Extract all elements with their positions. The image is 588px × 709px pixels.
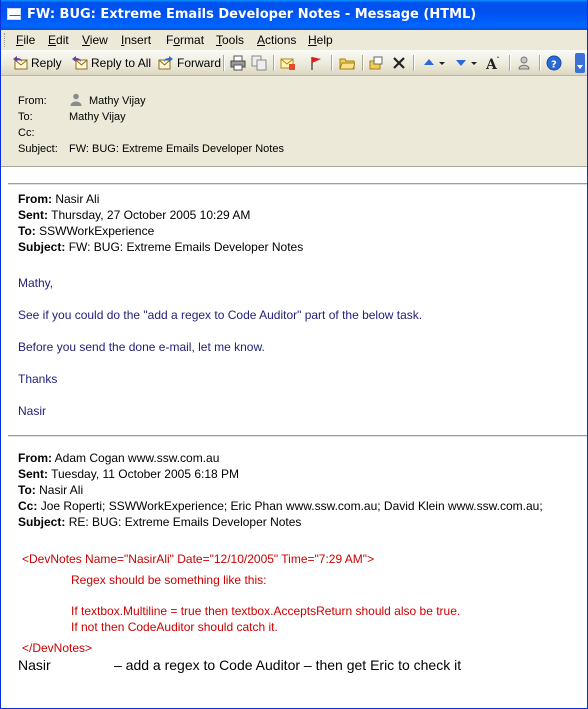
menu-view[interactable]: View (79, 32, 111, 48)
task-owner: Nasir (18, 657, 51, 673)
devnotes-close-tag: </DevNotes> (22, 641, 93, 655)
menu-bar: File Edit View Insert Format Tools Actio… (1, 30, 587, 50)
help-icon[interactable]: ? (546, 55, 562, 71)
devnotes-rule-line: If textbox.Multiline = true then textbox… (71, 604, 461, 618)
toolbar-separator (539, 55, 540, 71)
menu-insert[interactable]: Insert (118, 32, 154, 48)
m1-body-thanks: Thanks (18, 372, 58, 386)
message-body[interactable]: From: Nasir Ali Sent: Thursday, 27 Octob… (1, 166, 587, 708)
toolbar-separator (331, 55, 332, 71)
toolbar-separator (223, 55, 224, 71)
toolbar-separator (413, 55, 414, 71)
svg-text:ˆ: ˆ (496, 55, 500, 65)
menu-file[interactable]: File (13, 32, 38, 48)
print-icon[interactable] (230, 55, 246, 71)
m2-subject-line: Subject: RE: BUG: Extreme Emails Develop… (18, 515, 302, 529)
menu-help[interactable]: Help (305, 32, 336, 48)
toolbar-separator (362, 55, 363, 71)
from-label: From: (18, 95, 47, 107)
cc-label: Cc: (18, 127, 35, 139)
menu-actions[interactable]: Actions (254, 32, 299, 48)
move-to-folder-icon[interactable] (280, 55, 296, 71)
menu-format[interactable]: Format (163, 32, 207, 48)
person-icon (70, 93, 82, 106)
envelope-icon (7, 8, 21, 20)
subject-value: FW: BUG: Extreme Emails Developer Notes (69, 143, 284, 155)
standard-toolbar: Reply Reply to All Forward A ˆ ? (1, 50, 587, 76)
devnotes-regex-line: Regex should be something like this: (71, 573, 267, 587)
menu-tools[interactable]: Tools (213, 32, 247, 48)
m1-body-signature: Nasir (18, 404, 47, 418)
message-header: From: Mathy Vijay To: Mathy Vijay Cc: Su… (1, 77, 587, 163)
forward-button[interactable]: Forward (158, 53, 221, 73)
menu-grip[interactable] (4, 33, 7, 47)
subject-label: Subject: (18, 143, 58, 155)
copy-icon[interactable] (251, 55, 267, 71)
m2-from-line: From: Adam Cogan www.ssw.com.au (18, 451, 220, 465)
svg-text:?: ? (551, 60, 557, 71)
forward-icon (158, 55, 174, 71)
window-title: FW: BUG: Extreme Emails Developer Notes … (27, 7, 477, 22)
next-item-icon[interactable] (453, 55, 469, 71)
open-folder-icon[interactable] (339, 55, 356, 71)
reply-icon (12, 55, 28, 71)
menu-edit[interactable]: Edit (45, 32, 72, 48)
from-value[interactable]: Mathy Vijay (89, 95, 146, 107)
delete-icon[interactable] (391, 55, 407, 71)
move-message-icon[interactable] (368, 55, 384, 71)
m1-from-line: From: Nasir Ali (18, 192, 100, 206)
reply-button[interactable]: Reply (12, 53, 62, 73)
next-dropdown-chevron-down-icon[interactable] (470, 55, 486, 71)
to-label: To: (18, 111, 33, 123)
reply-all-button[interactable]: Reply to All (72, 53, 151, 73)
previous-dropdown-chevron-down-icon[interactable] (438, 55, 454, 71)
address-book-icon[interactable] (516, 55, 532, 71)
m1-body-greeting: Mathy, (18, 276, 54, 290)
m1-sent-line: Sent: Thursday, 27 October 2005 10:29 AM (18, 208, 251, 222)
m1-body-instruction: Before you send the done e-mail, let me … (18, 340, 265, 354)
task-description: – add a regex to Code Auditor – then get… (114, 657, 462, 673)
devnotes-catch-line: If not then CodeAuditor should catch it. (71, 620, 278, 634)
toolbar-separator (273, 55, 274, 71)
divider-line (8, 183, 587, 185)
m1-to-line: To: SSWWorkExperience (18, 224, 155, 238)
divider-line (8, 435, 587, 437)
m1-subject-line: Subject: FW: BUG: Extreme Emails Develop… (18, 240, 304, 254)
toolbar-separator (509, 55, 510, 71)
m2-sent-line: Sent: Tuesday, 11 October 2005 6:18 PM (18, 467, 240, 481)
m2-to-line: To: Nasir Ali (18, 483, 84, 497)
reply-all-icon (72, 55, 88, 71)
previous-item-icon[interactable] (421, 55, 437, 71)
message-window: FW: BUG: Extreme Emails Developer Notes … (0, 0, 588, 709)
follow-up-flag-icon[interactable] (308, 55, 324, 71)
to-value[interactable]: Mathy Vijay (69, 111, 126, 123)
toolbar-options-button[interactable] (575, 53, 585, 73)
m1-body-request: See if you could do the "add a regex to … (18, 308, 423, 322)
title-bar[interactable]: FW: BUG: Extreme Emails Developer Notes … (1, 0, 587, 30)
m2-cc-line: Cc: Joe Roperti; SSWWorkExperience; Eric… (18, 499, 543, 513)
devnotes-open-tag: <DevNotes Name="NasirAli" Date="12/10/20… (22, 552, 375, 566)
font-size-icon[interactable]: Aˆ (485, 55, 501, 73)
